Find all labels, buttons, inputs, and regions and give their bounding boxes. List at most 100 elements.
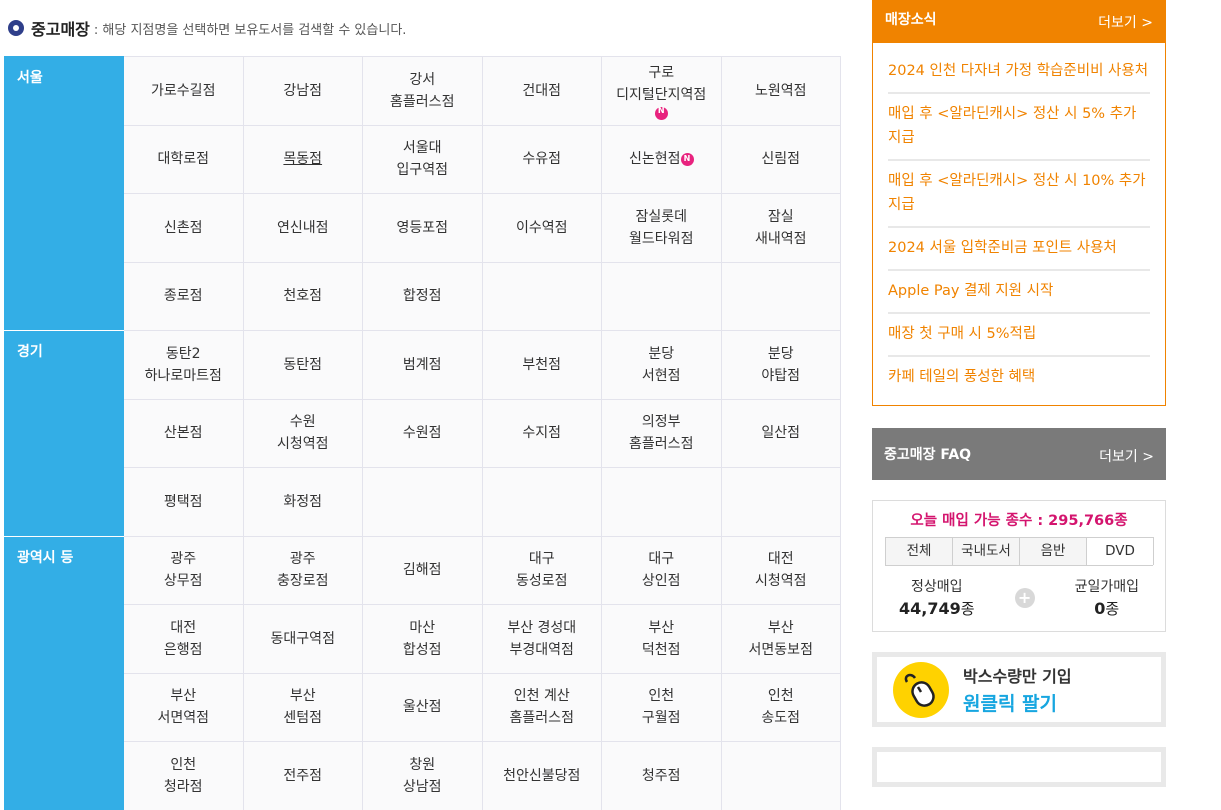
store-cell[interactable]: 마산 합성점 (362, 604, 483, 674)
store-cell[interactable]: 천안신불당점 (481, 741, 602, 810)
store-name: 부산 경성대 부경대역점 (507, 619, 577, 658)
store-cell[interactable]: 의정부 홈플러스점 (601, 398, 722, 468)
store-row: 종로점 천호점 합정점 (5, 261, 841, 331)
banner-line1: 박스수량만 기입 (963, 667, 1072, 686)
store-cell[interactable]: 구로 디지털단지역점 N (601, 56, 722, 126)
faq-header[interactable]: 중고매장 FAQ 더보기 > (872, 428, 1166, 480)
store-cell[interactable]: 목동점 (242, 124, 363, 194)
store-cell[interactable]: 천호점 (242, 261, 363, 331)
store-name: 동탄점 (283, 356, 323, 373)
store-cell[interactable]: 화정점 (242, 467, 363, 537)
store-cell[interactable]: 동탄2 하나로마트점 (123, 330, 244, 400)
store-name: 연신내점 (276, 219, 329, 236)
faq-more-link[interactable]: 더보기 > (1099, 446, 1154, 466)
store-name: 대전 시청역점 (754, 551, 807, 590)
store-cell[interactable]: 인천 송도점 (720, 672, 841, 742)
store-cell[interactable]: 대학로점 (123, 124, 244, 194)
store-cell[interactable]: 김해점 (362, 535, 483, 605)
store-name: 신촌점 (163, 219, 203, 236)
store-name: 동탄2 하나로마트점 (144, 345, 222, 384)
store-name: 광주 충장로점 (276, 551, 329, 590)
store-cell[interactable]: 종로점 (123, 261, 244, 331)
news-item[interactable]: 매입 후 <알라딘캐시> 정산 시 5% 추가 지급 (888, 94, 1150, 161)
news-item[interactable]: 매입 후 <알라딘캐시> 정산 시 10% 추가 지급 (888, 161, 1150, 228)
store-cell[interactable]: 동탄점 (242, 330, 363, 400)
store-cell[interactable]: 영등포점 (362, 193, 483, 263)
store-name: 인천 송도점 (761, 688, 801, 727)
store-cell[interactable]: 신논현점 N (601, 124, 722, 194)
store-cell[interactable]: 신림점 (720, 124, 841, 194)
store-cell[interactable]: 청주점 (601, 741, 722, 810)
store-cell[interactable]: 울산점 (362, 672, 483, 742)
news-item[interactable]: Apple Pay 결제 지원 시작 (888, 271, 1150, 314)
store-news-title: 매장소식 (885, 12, 937, 28)
store-cell[interactable]: 부산 센텀점 (242, 672, 363, 742)
buyback-tab[interactable]: 전체 (885, 537, 953, 565)
store-cell[interactable]: 연신내점 (242, 193, 363, 263)
buyback-tab[interactable]: 음반 (1019, 537, 1087, 565)
store-cell[interactable]: 범계점 (362, 330, 483, 400)
store-name: 인천 계산 홈플러스점 (509, 688, 574, 727)
store-name: 영등포점 (396, 219, 449, 236)
news-item[interactable]: 2024 서울 입학준비금 포인트 사용처 (888, 228, 1150, 271)
next-box (872, 747, 1166, 787)
empty-cell (362, 467, 483, 537)
empty-cell (601, 467, 722, 537)
store-cell[interactable]: 전주점 (242, 741, 363, 810)
store-cell[interactable]: 신촌점 (123, 193, 244, 263)
store-cell[interactable]: 합정점 (362, 261, 483, 331)
store-cell[interactable]: 부산 서면동보점 (720, 604, 841, 674)
empty-cell (720, 741, 841, 810)
news-item[interactable]: 2024 인천 다자녀 가정 학습준비비 사용처 (888, 51, 1150, 94)
empty-cell (720, 261, 841, 331)
store-cell[interactable]: 대전 시청역점 (720, 535, 841, 605)
store-cell[interactable]: 부산 경성대 부경대역점 (481, 604, 602, 674)
store-cell[interactable]: 광주 충장로점 (242, 535, 363, 605)
store-cell[interactable]: 인천 구월점 (601, 672, 722, 742)
store-cell[interactable]: 노원역점 (720, 56, 841, 126)
store-cell[interactable]: 대구 동성로점 (481, 535, 602, 605)
store-cell[interactable]: 광주 상무점 (123, 535, 244, 605)
store-news-more-link[interactable]: 더보기 > (1098, 12, 1153, 32)
one-click-sell-banner[interactable]: 박스수량만 기입 원클릭 팔기 (872, 652, 1166, 727)
region-label: 경기 (4, 330, 124, 537)
store-cell[interactable]: 부천점 (481, 330, 602, 400)
store-cell[interactable]: 동대구역점 (242, 604, 363, 674)
store-cell[interactable]: 수원 시청역점 (242, 398, 363, 468)
store-name: 의정부 홈플러스점 (629, 414, 694, 453)
store-cell[interactable]: 대전 은행점 (123, 604, 244, 674)
store-cell[interactable]: 일산점 (720, 398, 841, 468)
store-cell[interactable]: 부산 덕천점 (601, 604, 722, 674)
store-cell[interactable]: 잠실롯데 월드타워점 (601, 193, 722, 263)
buyback-tab[interactable]: DVD (1086, 537, 1154, 565)
store-cell[interactable]: 수지점 (481, 398, 602, 468)
store-cell[interactable]: 창원 상남점 (362, 741, 483, 810)
store-name: 신림점 (761, 151, 801, 168)
store-cell[interactable]: 대구 상인점 (601, 535, 722, 605)
buyback-tabs: 전체 국내도서 음반 DVD (885, 537, 1154, 566)
store-cell[interactable]: 인천 청라점 (123, 741, 244, 810)
right-sidebar: 매장소식 더보기 > 2024 인천 다자녀 가정 학습준비비 사용처 매입 후 … (872, 0, 1166, 787)
store-cell[interactable]: 분당 서현점 (601, 330, 722, 400)
store-cell[interactable]: 인천 계산 홈플러스점 (481, 672, 602, 742)
store-cell[interactable]: 강남점 (242, 56, 363, 126)
store-cell[interactable]: 서울대 입구역점 (362, 124, 483, 194)
store-name: 수지점 (522, 425, 562, 442)
store-cell[interactable]: 수유점 (481, 124, 602, 194)
buyback-tab[interactable]: 국내도서 (952, 537, 1020, 565)
store-name: 김해점 (402, 562, 442, 579)
store-cell[interactable]: 이수역점 (481, 193, 602, 263)
store-cell[interactable]: 수원점 (362, 398, 483, 468)
store-cell[interactable]: 부산 서면역점 (123, 672, 244, 742)
store-cell[interactable]: 잠실 새내역점 (720, 193, 841, 263)
store-cell[interactable]: 강서 홈플러스점 (362, 56, 483, 126)
store-cell[interactable]: 분당 야탑점 (720, 330, 841, 400)
store-name: 청주점 (641, 767, 681, 784)
news-item[interactable]: 매장 첫 구매 시 5%적립 (888, 314, 1150, 357)
store-cell[interactable]: 산본점 (123, 398, 244, 468)
buyback-box: 오늘 매입 가능 종수 : 295,766종 전체 국내도서 음반 DVD 정상매입 … (872, 500, 1166, 632)
store-cell[interactable]: 건대점 (481, 56, 602, 126)
store-cell[interactable]: 평택점 (123, 467, 244, 537)
store-cell[interactable]: 가로수길점 (123, 56, 244, 126)
news-item[interactable]: 카페 테일의 풍성한 혜택 (888, 357, 1150, 401)
